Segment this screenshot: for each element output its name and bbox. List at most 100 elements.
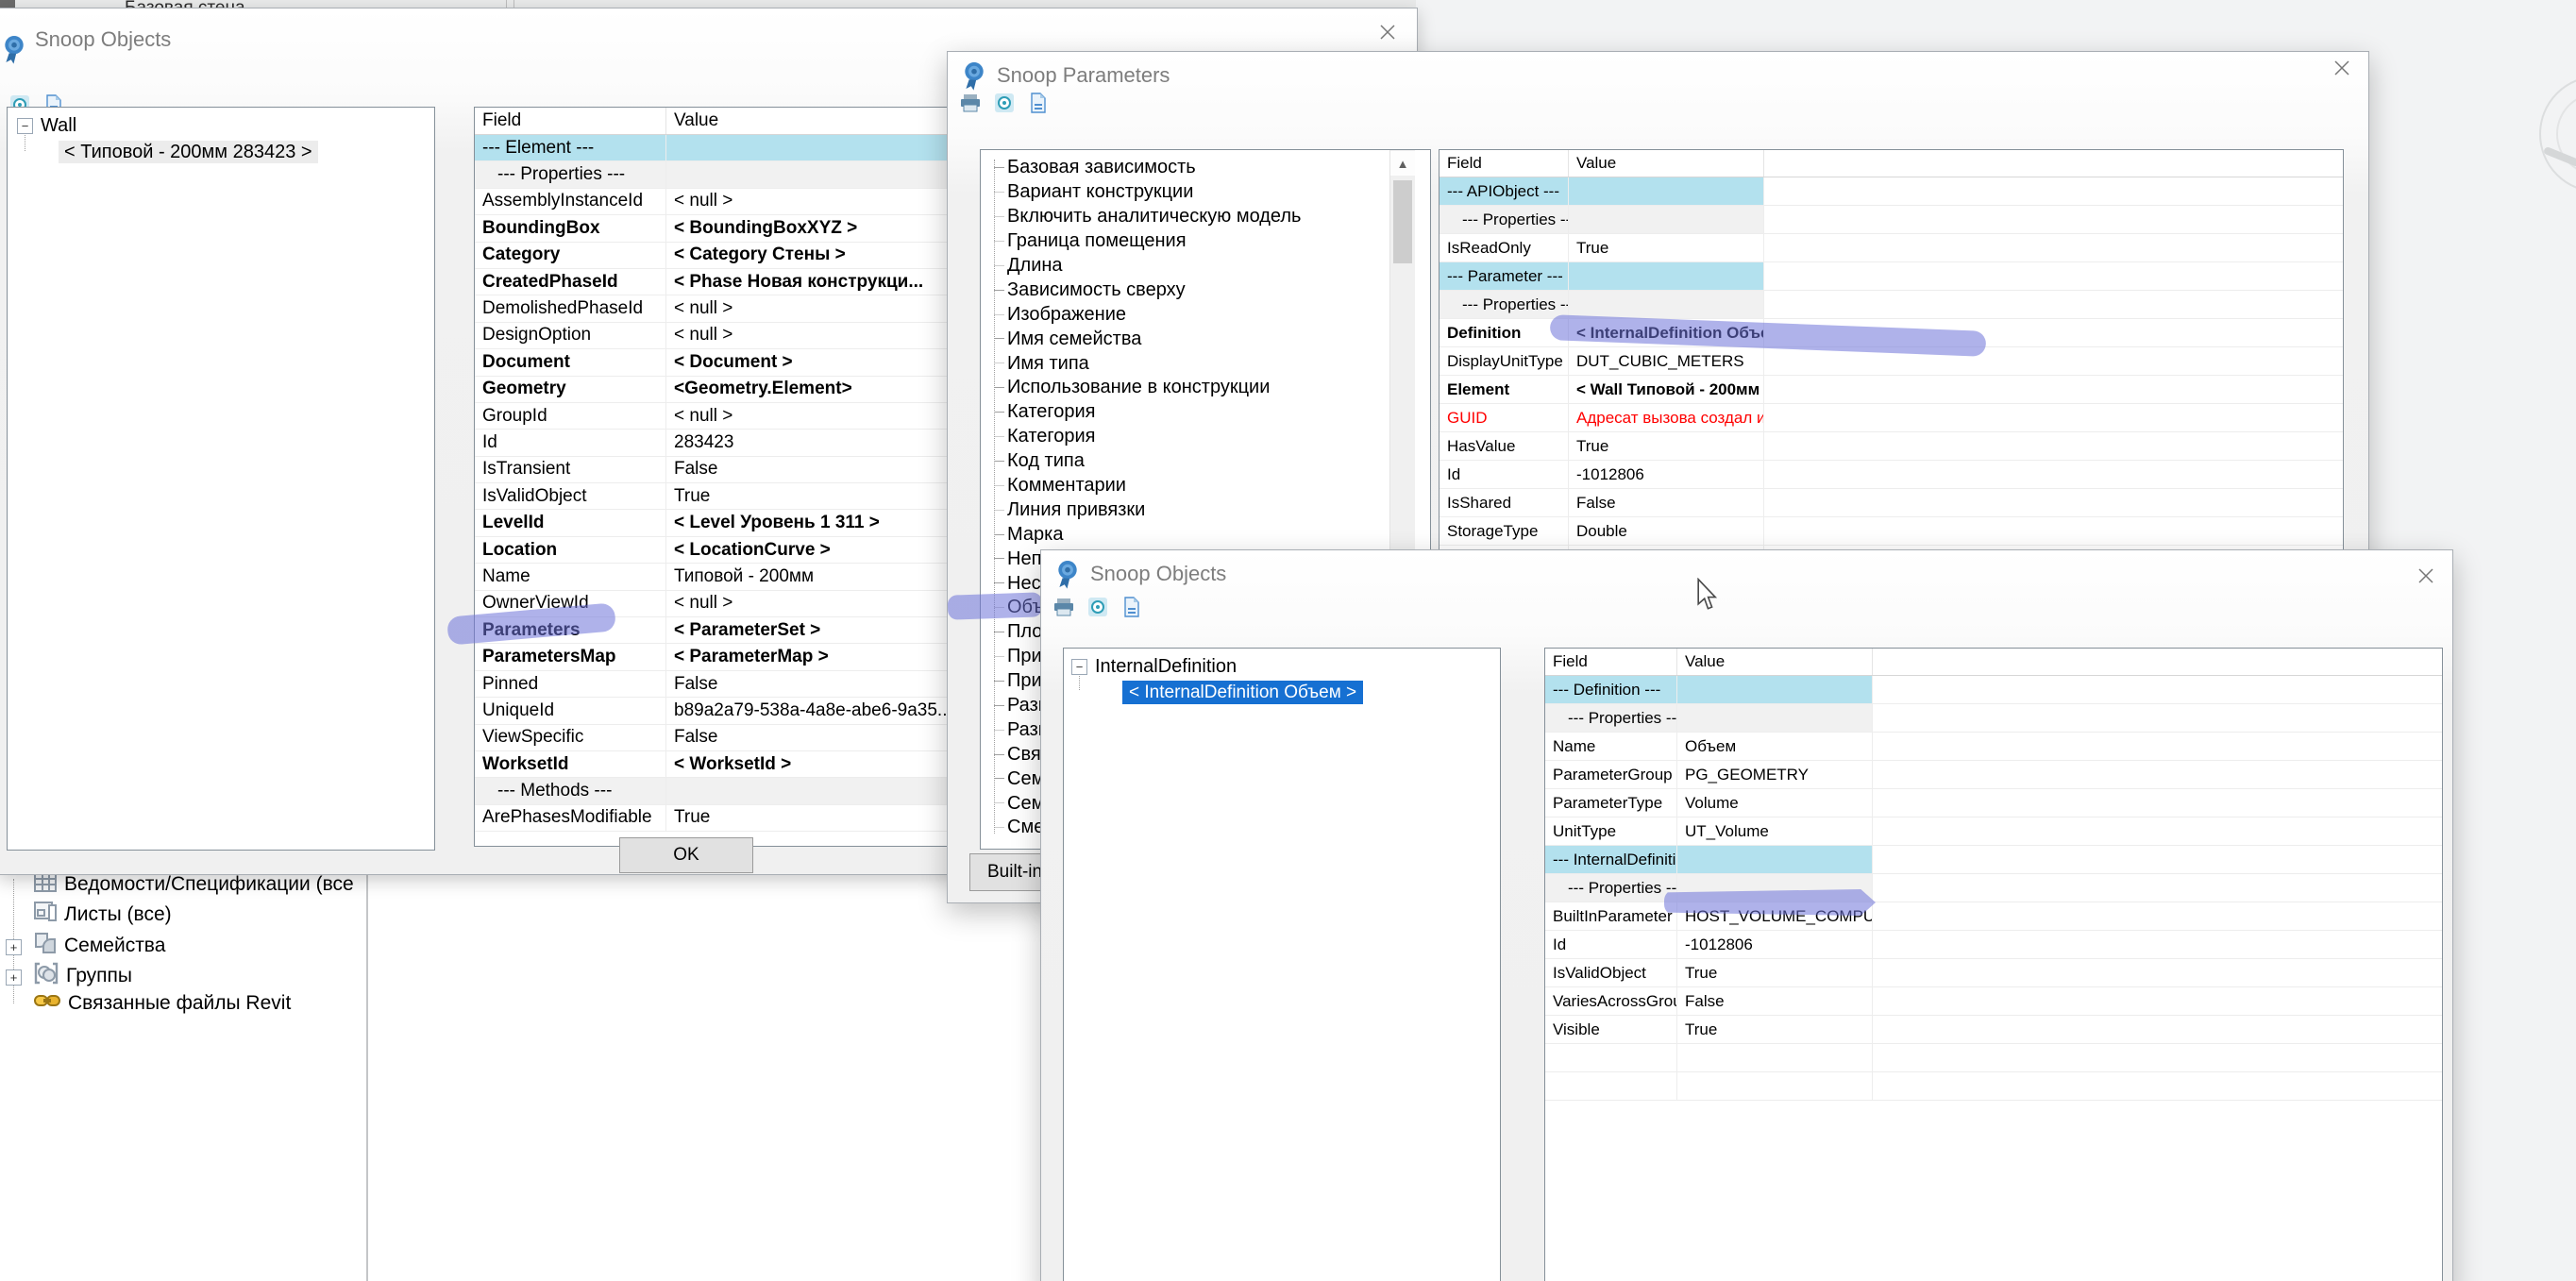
table-row[interactable] <box>1545 1044 2442 1072</box>
tree-item-wall-instance[interactable]: < Типовой - 200мм 283423 > <box>59 142 318 163</box>
table-row[interactable]: --- InternalDefinition --- <box>1545 846 2442 874</box>
table-row[interactable]: --- Parameter --- <box>1440 262 2343 291</box>
browser-item-sheets[interactable]: Листы (все) <box>34 902 172 928</box>
table-row[interactable]: UniqueIdb89a2a79-538a-4a8e-abe6-9a35... <box>475 698 980 724</box>
scrollbar-thumb[interactable] <box>1393 180 1412 263</box>
table-row[interactable]: Id-1012806 <box>1545 931 2442 959</box>
table-row[interactable]: PinnedFalse <box>475 671 980 698</box>
table-row[interactable]: AssemblyInstanceId< null > <box>475 189 980 215</box>
parameter-list-item[interactable]: Имя семейства <box>994 327 1430 351</box>
table-row[interactable]: --- Definition --- <box>1545 676 2442 704</box>
table-row[interactable]: GUIDАдресат вызова создал искл... <box>1440 404 2343 432</box>
table-row[interactable]: ViewSpecificFalse <box>475 725 980 751</box>
table-row[interactable]: UnitTypeUT_Volume <box>1545 817 2442 846</box>
browser-item-groups[interactable]: Группы <box>34 962 132 990</box>
table-row[interactable]: DemolishedPhaseId< null > <box>475 295 980 322</box>
table-row[interactable]: Document< Document > <box>475 349 980 376</box>
value-column-header[interactable]: Value <box>1677 649 1873 675</box>
table-row[interactable]: Element< Wall Типовой - 200мм 28... <box>1440 376 2343 404</box>
table-row[interactable]: ParameterGroupPG_GEOMETRY <box>1545 761 2442 789</box>
table-row[interactable]: ParameterTypeVolume <box>1545 789 2442 817</box>
parameter-list-item[interactable]: Использование в конструкции <box>994 376 1430 400</box>
table-row[interactable]: NameТиповой - 200мм <box>475 564 980 590</box>
table-row[interactable]: CreatedPhaseId< Phase Новая конструкци..… <box>475 269 980 295</box>
value-column-header[interactable]: Value <box>666 108 978 134</box>
table-row[interactable]: --- Properties --- <box>1440 206 2343 234</box>
tree-item-internaldefinition-volume[interactable]: < InternalDefinition Объем > <box>1122 683 1363 703</box>
table-row[interactable]: BoundingBox< BoundingBoxXYZ > <box>475 215 980 242</box>
table-row[interactable]: GroupId< null > <box>475 403 980 430</box>
parameter-list-item[interactable]: Граница помещения <box>994 229 1430 254</box>
collapse-minus-icon[interactable]: − <box>1071 659 1087 675</box>
target-icon[interactable] <box>993 92 1016 114</box>
print-icon[interactable] <box>1052 596 1075 618</box>
parameter-list-item[interactable]: Изображение <box>994 302 1430 327</box>
table-row[interactable]: ArePhasesModifiableTrue <box>475 805 980 832</box>
parameter-list-item[interactable]: Имя типа <box>994 351 1430 376</box>
table-row[interactable]: Id-1012806 <box>1440 461 2343 489</box>
table-row[interactable]: WorksetId< WorksetId > <box>475 751 980 778</box>
parameter-list-item[interactable]: Комментарии <box>994 474 1430 498</box>
expand-plus-icon[interactable]: + <box>6 969 22 986</box>
copy-doc-icon[interactable] <box>1120 596 1143 618</box>
table-header[interactable]: Field Value <box>1440 150 2343 177</box>
table-row[interactable]: StorageTypeDouble <box>1440 517 2343 546</box>
table-row[interactable]: IsReadOnlyTrue <box>1440 234 2343 262</box>
table-row[interactable]: Category< Category Стены > <box>475 243 980 269</box>
table-row[interactable]: IsTransientFalse <box>475 457 980 483</box>
close-button[interactable] <box>2412 564 2440 592</box>
table-row[interactable]: VisibleTrue <box>1545 1016 2442 1044</box>
table-header[interactable]: Field Value <box>475 108 980 135</box>
table-row[interactable]: --- Properties --- <box>475 161 980 188</box>
table-row[interactable]: IsSharedFalse <box>1440 489 2343 517</box>
family-icon <box>34 932 57 960</box>
collapse-minus-icon[interactable]: − <box>17 118 33 134</box>
table-row[interactable]: Geometry<Geometry.Element> <box>475 377 980 403</box>
expand-plus-icon[interactable]: + <box>6 939 22 955</box>
close-button[interactable] <box>1373 20 1402 48</box>
table-row[interactable]: Id283423 <box>475 430 980 456</box>
parameter-list-item[interactable]: Линия привязки <box>994 497 1430 522</box>
tree-root-wall[interactable]: − Wall <box>17 115 76 137</box>
table-row[interactable]: VariesAcrossGroupsFalse <box>1545 987 2442 1016</box>
browser-item-families[interactable]: Семейства <box>34 932 165 960</box>
parameter-list-item[interactable]: Категория <box>994 400 1430 425</box>
field-cell: ArePhasesModifiable <box>475 805 666 831</box>
parameter-list-item[interactable]: Код типа <box>994 449 1430 474</box>
print-icon[interactable] <box>959 92 982 114</box>
table-row[interactable]: Location< LocationCurve > <box>475 537 980 564</box>
table-row[interactable]: LevelId< Level Уровень 1 311 > <box>475 510 980 536</box>
table-row[interactable]: HasValueTrue <box>1440 432 2343 461</box>
table-row[interactable]: --- Methods --- <box>475 778 980 804</box>
parameter-list-item[interactable]: Включить аналитическую модель <box>994 205 1430 229</box>
field-column-header[interactable]: Field <box>1545 649 1677 675</box>
browser-item-schedules[interactable]: Ведомости/Спецификации (все <box>34 873 354 898</box>
tree-root-internaldefinition[interactable]: − InternalDefinition <box>1071 656 1237 678</box>
ok-button[interactable]: OK <box>619 837 753 873</box>
copy-doc-icon[interactable] <box>1027 92 1050 114</box>
table-row[interactable]: --- Properties --- <box>1545 704 2442 733</box>
scroll-up-icon[interactable]: ▲ <box>1390 151 1415 176</box>
table-row[interactable] <box>1545 1072 2442 1101</box>
field-column-header[interactable]: Field <box>1440 150 1569 177</box>
parameter-list-item[interactable]: Зависимость сверху <box>994 278 1430 302</box>
group-icon <box>34 962 59 990</box>
parameter-list-item[interactable]: Длина <box>994 254 1430 278</box>
table-row[interactable]: IsValidObjectTrue <box>1545 959 2442 987</box>
table-row[interactable]: ParametersMap< ParameterMap > <box>475 644 980 670</box>
table-row[interactable]: IsValidObjectTrue <box>475 483 980 510</box>
browser-item-revit-links[interactable]: Связанные файлы Revit <box>34 992 291 1015</box>
parameter-list-item[interactable]: Вариант конструкции <box>994 180 1430 205</box>
parameter-list-item[interactable]: Базовая зависимость <box>994 156 1430 180</box>
value-column-header[interactable]: Value <box>1569 150 1764 177</box>
table-row[interactable]: NameОбъем <box>1545 733 2442 761</box>
close-button[interactable] <box>2328 56 2356 84</box>
parameter-list-item[interactable]: Категория <box>994 425 1430 449</box>
table-row[interactable]: --- Element --- <box>475 135 980 161</box>
parameter-list-item[interactable]: Марка <box>994 522 1430 547</box>
field-column-header[interactable]: Field <box>475 108 666 134</box>
table-row[interactable]: DesignOption< null > <box>475 323 980 349</box>
target-icon[interactable] <box>1086 596 1109 618</box>
table-row[interactable]: --- APIObject --- <box>1440 177 2343 206</box>
table-header[interactable]: Field Value <box>1545 649 2442 676</box>
